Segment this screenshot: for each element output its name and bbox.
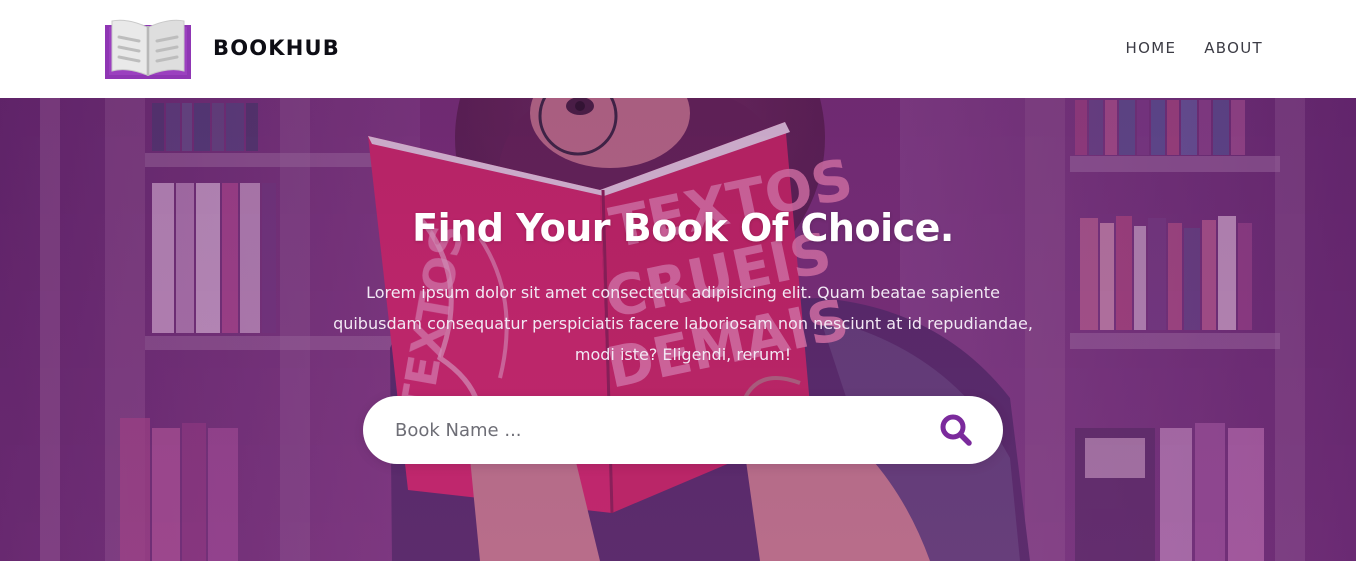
brand-name[interactable]: BOOKHUB <box>213 34 340 62</box>
hero-section: TEXTOS CRUEIS DEMAIS TEXTOS Find Your Bo… <box>0 98 1356 561</box>
hero-description: Lorem ipsum dolor sit amet consectetur a… <box>333 283 1033 364</box>
search-icon <box>940 414 972 446</box>
hero-title: Find Your Book Of Choice. <box>412 206 954 250</box>
search-button[interactable] <box>937 412 977 448</box>
book-search-input[interactable] <box>395 410 915 450</box>
search-bar <box>363 396 1003 464</box>
nav-home-link[interactable]: HOME <box>1126 38 1177 58</box>
navbar: BOOKHUB HOME ABOUT <box>0 0 1356 98</box>
main-nav: HOME ABOUT <box>1126 38 1263 58</box>
logo[interactable] <box>103 17 193 81</box>
open-book-icon <box>105 19 191 79</box>
nav-about-link[interactable]: ABOUT <box>1204 38 1263 58</box>
